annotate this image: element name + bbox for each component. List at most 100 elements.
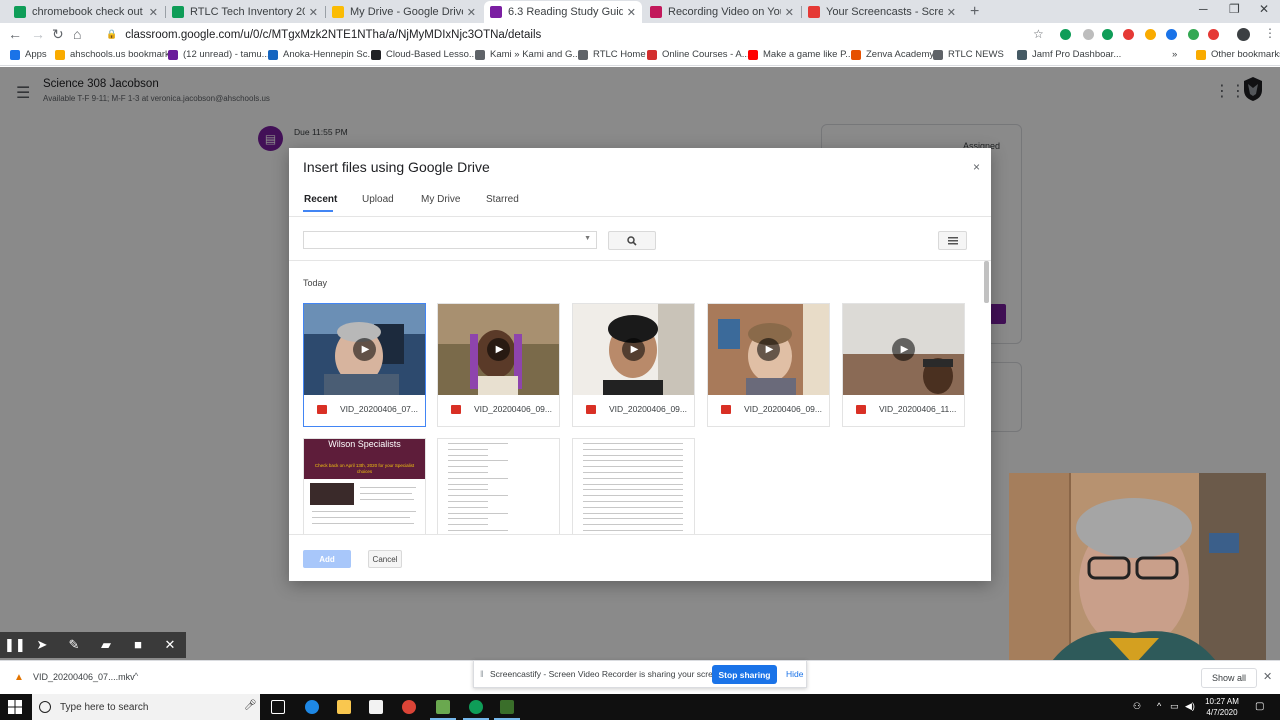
pause-icon[interactable]: ❚❚	[4, 637, 26, 653]
play-icon[interactable]: ▶	[622, 338, 645, 361]
tab-my-drive[interactable]: My Drive	[421, 194, 460, 205]
close-icon[interactable]: ✕	[161, 637, 179, 653]
microphone-icon[interactable]: 🎤︎	[244, 700, 257, 711]
bookmark-item[interactable]: Anoka-Hennepin Sc...	[268, 49, 375, 60]
browser-tab[interactable]: Your Screencasts - Screencastify ✕	[802, 1, 962, 23]
edge-icon[interactable]	[305, 700, 319, 714]
address-bar[interactable]: 🔒 classroom.google.com/u/0/c/MTgxMzk2NTE…	[100, 25, 1055, 44]
bookmark-other[interactable]: Other bookmarks	[1196, 49, 1280, 60]
extension-icon[interactable]	[1060, 29, 1071, 40]
chevron-up-icon[interactable]: ^	[134, 671, 138, 681]
eraser-icon[interactable]: ▰	[97, 637, 115, 653]
close-window-icon[interactable]: ✕	[1259, 2, 1269, 16]
browser-tab[interactable]: RTLC Tech Inventory 2019-2020 ✕	[166, 1, 324, 23]
dropdown-caret-icon[interactable]: ▼	[584, 235, 591, 242]
browser-tab[interactable]: chromebook check out real - Go ✕	[8, 1, 164, 23]
chrome-icon[interactable]	[402, 700, 416, 714]
app-icon[interactable]	[436, 700, 450, 714]
extension-icon[interactable]	[1123, 29, 1134, 40]
bookmark-item[interactable]: ahschools.us bookmarks	[55, 49, 175, 60]
home-icon[interactable]: ⌂	[73, 26, 81, 42]
bookmark-item[interactable]: (12 unread) - tamu...	[168, 49, 270, 60]
close-tab-icon[interactable]: ✕	[309, 6, 318, 19]
extension-icon[interactable]	[1102, 29, 1113, 40]
close-tab-icon[interactable]: ✕	[467, 6, 476, 19]
video-file-tile[interactable]: ▶ VID_20200406_09...	[707, 303, 830, 427]
bookmark-item[interactable]: Zenva Academy	[851, 49, 934, 60]
camera-icon[interactable]: ■	[129, 637, 147, 653]
file-explorer-icon[interactable]	[337, 700, 351, 714]
spreadsheet-file-tile[interactable]	[437, 438, 560, 535]
minimize-icon[interactable]: ─	[1199, 2, 1208, 16]
bookmark-item[interactable]: Cloud-Based Lesso...	[371, 49, 477, 60]
store-icon[interactable]	[369, 700, 383, 714]
show-all-button[interactable]: Show all	[1201, 668, 1257, 688]
cancel-button[interactable]: Cancel	[368, 550, 402, 568]
app-icon[interactable]	[500, 700, 514, 714]
hide-link[interactable]: Hide	[786, 669, 803, 679]
search-button[interactable]	[608, 231, 656, 250]
tab-upload[interactable]: Upload	[362, 194, 394, 205]
browser-tab-active[interactable]: 6.3 Reading Study Guide A ✕	[484, 1, 642, 23]
task-view-icon[interactable]	[271, 700, 285, 714]
bookmark-item[interactable]: Kami » Kami and G...	[475, 49, 580, 60]
people-icon[interactable]: ⚇	[1133, 701, 1141, 712]
add-button[interactable]: Add	[303, 550, 351, 568]
menu-kebab-icon[interactable]: ⋮	[1264, 26, 1276, 40]
extension-icon[interactable]	[1083, 29, 1094, 40]
video-file-tile[interactable]: ▶ VID_20200406_09...	[437, 303, 560, 427]
close-icon[interactable]: ✕	[1263, 670, 1272, 683]
video-file-tile[interactable]: ▶ VID_20200406_09...	[572, 303, 695, 427]
video-file-tile[interactable]: ▶ VID_20200406_07...	[303, 303, 426, 427]
play-icon[interactable]: ▶	[892, 338, 915, 361]
close-tab-icon[interactable]: ✕	[627, 6, 636, 19]
forward-icon[interactable]: →	[31, 26, 45, 42]
bookmarks-overflow-icon[interactable]: »	[1172, 49, 1177, 60]
extension-icon[interactable]	[1188, 29, 1199, 40]
volume-icon[interactable]: ◀)	[1185, 701, 1195, 712]
browser-tab[interactable]: Recording Video on Your Chrome ✕	[644, 1, 800, 23]
reload-icon[interactable]: ↻	[52, 26, 64, 43]
scrollbar-thumb[interactable]	[984, 261, 989, 303]
close-icon[interactable]: ×	[973, 160, 980, 174]
pen-icon[interactable]: ✎	[65, 637, 83, 653]
play-icon[interactable]: ▶	[353, 338, 376, 361]
bookmark-item[interactable]: Online Courses - A...	[647, 49, 750, 60]
extension-icon[interactable]	[1208, 29, 1219, 40]
webcam-overlay[interactable]	[1009, 473, 1266, 665]
close-tab-icon[interactable]: ✕	[785, 6, 794, 19]
tab-starred[interactable]: Starred	[486, 194, 519, 205]
play-icon[interactable]: ▶	[487, 338, 510, 361]
video-file-tile[interactable]: ▶ VID_20200406_11...	[842, 303, 965, 427]
bookmark-item[interactable]: RTLC NEWS	[933, 49, 1004, 60]
browser-tab[interactable]: My Drive - Google Drive ✕	[326, 1, 482, 23]
drag-handle-icon[interactable]: ‖	[480, 669, 484, 679]
bookmark-item[interactable]: Jamf Pro Dashboar...	[1017, 49, 1121, 60]
close-tab-icon[interactable]: ✕	[149, 6, 158, 19]
bookmark-item[interactable]: Make a game like P...	[748, 49, 853, 60]
extension-icon[interactable]	[1145, 29, 1156, 40]
bookmark-item[interactable]: RTLC Home	[578, 49, 646, 60]
system-clock[interactable]: 10:27 AM 4/7/2020	[1197, 696, 1247, 718]
chrome-icon[interactable]	[469, 700, 483, 714]
tab-recent[interactable]: Recent	[304, 194, 337, 205]
bookmark-item[interactable]: Apps	[10, 49, 47, 60]
spreadsheet-file-tile[interactable]	[572, 438, 695, 535]
taskbar-search[interactable]: Type here to search 🎤︎	[32, 694, 260, 720]
notifications-icon[interactable]: ▢	[1255, 701, 1264, 712]
search-input[interactable]: ▼	[303, 231, 597, 249]
extension-icon[interactable]	[1166, 29, 1177, 40]
new-tab-icon[interactable]: +	[970, 3, 979, 21]
restore-icon[interactable]: ❐	[1229, 2, 1240, 16]
play-icon[interactable]: ▶	[757, 338, 780, 361]
download-item[interactable]: ▲ VID_20200406_07....mkv	[14, 672, 135, 683]
bookmark-star-icon[interactable]: ☆	[1033, 27, 1044, 41]
document-file-tile[interactable]: Wilson Specialists Check back on April 1…	[303, 438, 426, 535]
close-tab-icon[interactable]: ✕	[947, 6, 956, 19]
profile-avatar[interactable]	[1237, 28, 1250, 41]
stop-sharing-button[interactable]: Stop sharing	[712, 665, 777, 684]
network-icon[interactable]: ▭	[1170, 701, 1179, 712]
back-icon[interactable]: ←	[8, 26, 22, 42]
list-view-button[interactable]	[938, 231, 967, 250]
tray-overflow-icon[interactable]: ^	[1157, 701, 1161, 711]
